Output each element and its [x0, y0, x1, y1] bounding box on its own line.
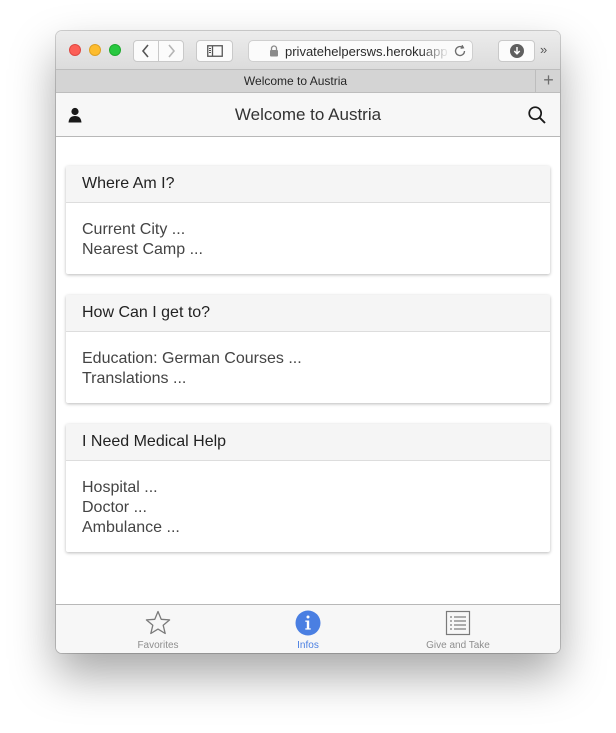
url-fade	[420, 41, 450, 61]
downloads-button[interactable]	[498, 40, 535, 62]
info-icon	[295, 610, 321, 636]
card-where-am-i: Where Am I? Current City ... Nearest Cam…	[66, 166, 550, 274]
link-nearest-camp[interactable]: Nearest Camp ...	[82, 240, 534, 260]
link-german-courses[interactable]: Education: German Courses ...	[82, 349, 534, 369]
link-ambulance[interactable]: Ambulance ...	[82, 518, 534, 538]
chevron-right-icon	[168, 44, 176, 58]
card-medical-help: I Need Medical Help Hospital ... Doctor …	[66, 424, 550, 552]
minimize-window-button[interactable]	[89, 44, 101, 56]
tab-label: Favorites	[137, 640, 179, 651]
card-title: How Can I get to?	[66, 295, 550, 332]
bottom-tab-bar: Favorites Infos Give and Take	[56, 604, 560, 653]
sidebar-toggle-button[interactable]	[196, 40, 233, 62]
tab-label: Infos	[297, 640, 319, 651]
tab-strip: Welcome to Austria +	[56, 69, 560, 93]
browser-window: privatehelpersws.herokuapp » Welcome to …	[56, 31, 560, 653]
card-how-can-i-get-to: How Can I get to? Education: German Cour…	[66, 295, 550, 403]
link-translations[interactable]: Translations ...	[82, 369, 534, 389]
card-body: Current City ... Nearest Camp ...	[66, 203, 550, 274]
link-current-city[interactable]: Current City ...	[82, 220, 534, 240]
card-title: I Need Medical Help	[66, 424, 550, 461]
address-bar[interactable]: privatehelpersws.herokuapp	[248, 40, 473, 62]
sidebar-icon	[206, 45, 223, 57]
link-doctor[interactable]: Doctor ...	[82, 498, 534, 518]
star-icon	[145, 610, 171, 635]
page-title: Welcome to Austria	[234, 105, 382, 124]
back-button[interactable]	[133, 40, 159, 62]
card-title: Where Am I?	[66, 166, 550, 203]
forward-button[interactable]	[158, 40, 184, 62]
tab-label: Give and Take	[426, 640, 490, 651]
card-body: Hospital ... Doctor ... Ambulance ...	[66, 461, 550, 552]
card-body: Education: German Courses ... Translatio…	[66, 332, 550, 403]
search-icon[interactable]	[528, 106, 546, 124]
main-content: Where Am I? Current City ... Nearest Cam…	[56, 137, 560, 605]
browser-tab[interactable]: Welcome to Austria	[56, 70, 536, 92]
reload-icon[interactable]	[453, 44, 467, 58]
tab-give-and-take[interactable]: Give and Take	[374, 605, 542, 653]
browser-toolbar: privatehelpersws.herokuapp »	[56, 31, 560, 69]
zoom-window-button[interactable]	[109, 44, 121, 56]
download-icon	[509, 44, 524, 58]
more-toolbar-icon[interactable]: »	[540, 42, 547, 57]
link-hospital[interactable]: Hospital ...	[82, 478, 534, 498]
app-header: Welcome to Austria	[56, 93, 560, 137]
tab-infos[interactable]: Infos	[224, 605, 392, 653]
close-window-button[interactable]	[69, 44, 81, 56]
lock-icon	[270, 45, 278, 57]
new-tab-button[interactable]: +	[537, 70, 560, 92]
list-icon	[445, 610, 471, 636]
chevron-left-icon	[141, 44, 149, 58]
tab-favorites[interactable]: Favorites	[74, 605, 242, 653]
